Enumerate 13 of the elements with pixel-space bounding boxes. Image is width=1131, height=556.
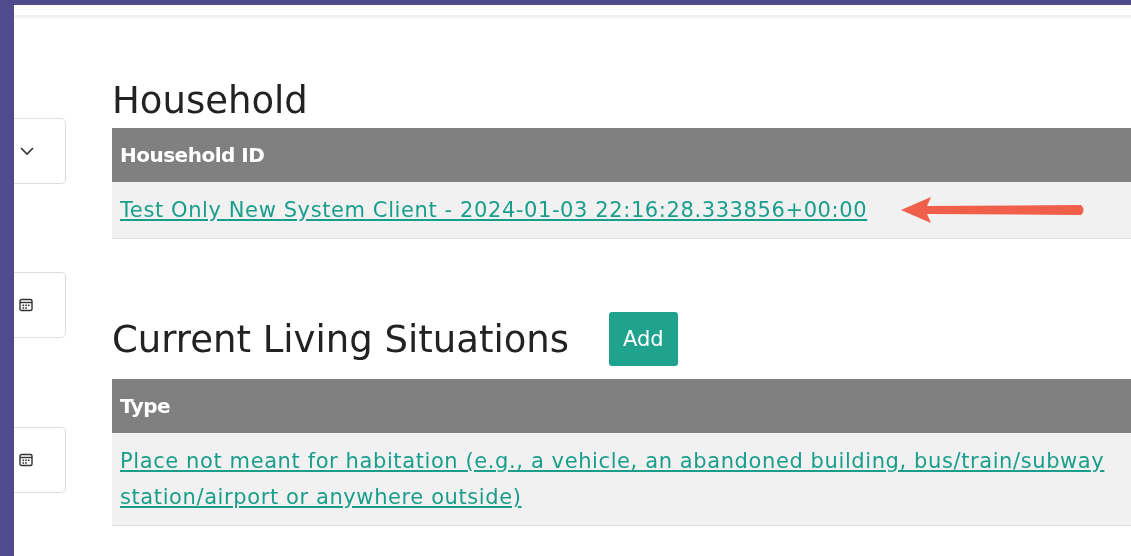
record-link[interactable]: Test Only New System Client - 2024-01-03 22:16:28.333856+00:00: [120, 192, 868, 228]
section-heading: Current Living Situations: [112, 317, 570, 361]
section-heading: Household: [112, 78, 308, 122]
date-field[interactable]: [14, 272, 66, 338]
column-header: Type: [120, 394, 171, 418]
date-field[interactable]: [14, 427, 66, 493]
calendar-icon: [19, 453, 33, 467]
add-button[interactable]: Add: [609, 312, 678, 366]
record-link[interactable]: Place not meant for habitation (e.g., a vehicle, an abandoned building, bus/train/subway station/airport or anywhere outside): [120, 443, 1110, 515]
chevron-down-icon: [19, 146, 35, 156]
select-field[interactable]: [14, 118, 66, 184]
column-header: Household ID: [120, 143, 265, 167]
calendar-icon: [19, 298, 33, 312]
